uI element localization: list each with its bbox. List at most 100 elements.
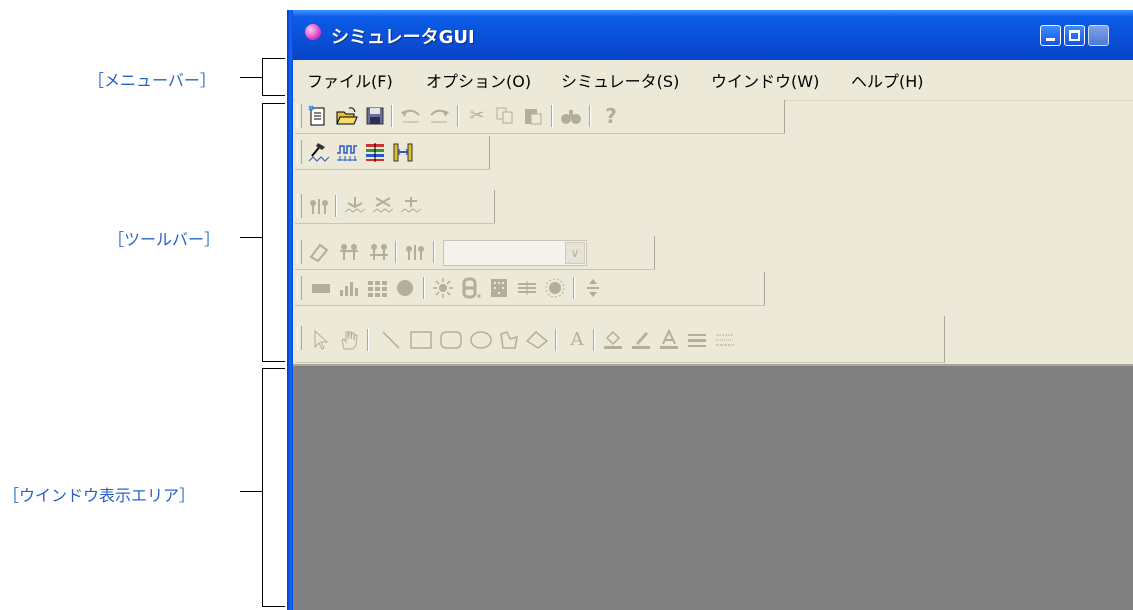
toolbar-simulator xyxy=(295,136,490,170)
matrix-led-icon[interactable] xyxy=(487,276,511,300)
buzzer-icon[interactable] xyxy=(431,276,455,300)
callout-menubar: ［メニューバー］ xyxy=(88,71,216,90)
level-meter-icon[interactable] xyxy=(337,276,361,300)
window-left-border xyxy=(287,10,293,610)
pin-edit-b-icon[interactable] xyxy=(367,240,391,264)
toolbar-separator xyxy=(423,277,425,299)
toolbar-separator xyxy=(573,277,575,299)
leader-toolbar xyxy=(240,237,262,238)
title-bar[interactable]: シミュレータGUI xyxy=(287,10,1133,60)
app-icon xyxy=(305,24,321,40)
menu-window[interactable]: ウインドウ(W) xyxy=(711,68,819,92)
pointer-icon[interactable] xyxy=(309,328,333,352)
new-file-icon[interactable] xyxy=(307,104,331,128)
maximize-button[interactable] xyxy=(1064,25,1085,46)
toolbar-separator xyxy=(395,241,397,263)
window-title: シミュレータGUI xyxy=(331,27,475,48)
hammer-icon[interactable] xyxy=(307,140,331,164)
menu-simulator[interactable]: シミュレータ(S) xyxy=(561,68,679,92)
pull-updown-icon[interactable] xyxy=(581,276,605,300)
redo-icon[interactable] xyxy=(427,104,451,128)
line-color-icon[interactable] xyxy=(629,328,653,352)
toolbar-grip[interactable] xyxy=(297,194,302,218)
toolbar-edge xyxy=(944,316,945,362)
toolbar-separator xyxy=(367,329,369,351)
toolbar-separator xyxy=(391,105,393,127)
led-icon[interactable] xyxy=(393,276,417,300)
callout-window-area: ［ウインドウ表示エリア］ xyxy=(3,486,196,505)
toolbar-connection xyxy=(295,190,495,224)
toolbar-separator xyxy=(433,241,435,263)
window-display-area[interactable] xyxy=(293,364,1133,610)
line-icon[interactable] xyxy=(379,328,403,352)
toolbar-parts xyxy=(295,272,765,306)
menu-file[interactable]: ファイル(F) xyxy=(307,68,393,92)
cut-icon[interactable]: ✂ xyxy=(465,104,489,128)
toolbar-edge xyxy=(784,100,785,133)
button-part-icon[interactable] xyxy=(309,276,333,300)
line-style-icon[interactable] xyxy=(685,328,709,352)
toolbar-separator xyxy=(457,105,459,127)
signal-a-icon[interactable] xyxy=(343,194,367,218)
bracket-menubar xyxy=(262,58,285,96)
leader-window-area xyxy=(240,491,262,492)
bracket-link-icon[interactable] xyxy=(391,140,415,164)
toolbar-separator xyxy=(335,195,337,217)
toolbar-separator xyxy=(593,329,595,351)
open-folder-icon[interactable] xyxy=(335,104,359,128)
toolbar-separator xyxy=(551,105,553,127)
toolbar-edge xyxy=(654,236,655,269)
signal-b-icon[interactable] xyxy=(371,194,395,218)
text-icon[interactable]: A xyxy=(565,328,589,352)
toolbar-separator xyxy=(589,105,591,127)
pin-connect-icon[interactable] xyxy=(307,194,331,218)
maximize-icon xyxy=(1069,30,1080,41)
light-icon[interactable] xyxy=(543,276,567,300)
toolbar-edge xyxy=(489,136,490,169)
signal-c-icon[interactable] xyxy=(399,194,423,218)
chevron-down-icon[interactable]: ∨ xyxy=(565,242,585,264)
copy-icon[interactable] xyxy=(493,104,517,128)
waveform-icon[interactable] xyxy=(335,140,359,164)
fill-color-icon[interactable] xyxy=(601,328,625,352)
parts-combo-box[interactable]: ∨ xyxy=(443,240,587,266)
hand-icon[interactable] xyxy=(337,328,361,352)
toolbar-grip[interactable] xyxy=(297,276,302,300)
ellipse-icon[interactable] xyxy=(469,328,493,352)
paste-icon[interactable] xyxy=(521,104,545,128)
pin-edit-a-icon[interactable] xyxy=(337,240,361,264)
save-icon[interactable] xyxy=(363,104,387,128)
rectangle-icon[interactable] xyxy=(409,328,433,352)
bracket-toolbar xyxy=(262,103,285,362)
toolbar-parts-edit: ∨ xyxy=(295,236,655,270)
eraser-icon[interactable] xyxy=(307,240,331,264)
dash-style-icon[interactable] xyxy=(713,328,737,352)
polygon-icon[interactable] xyxy=(497,328,521,352)
seven-seg-icon[interactable] xyxy=(459,276,483,300)
undo-icon[interactable] xyxy=(399,104,423,128)
font-color-icon[interactable] xyxy=(657,328,681,352)
toolbar-separator xyxy=(555,329,557,351)
freeform-icon[interactable] xyxy=(525,328,549,352)
minimize-icon xyxy=(1046,38,1055,41)
key-matrix-icon[interactable] xyxy=(365,276,389,300)
toolbar-grip[interactable] xyxy=(297,104,302,128)
menu-options[interactable]: オプション(O) xyxy=(426,68,531,92)
leader-menubar xyxy=(240,77,262,78)
menu-help[interactable]: ヘルプ(H) xyxy=(851,68,924,92)
lcd-icon[interactable] xyxy=(515,276,539,300)
toolbar-drawing: A xyxy=(295,316,945,363)
help-icon[interactable]: ? xyxy=(599,104,623,128)
bracket-window-area xyxy=(262,368,285,607)
toolbar-grip[interactable] xyxy=(297,140,302,164)
close-button[interactable] xyxy=(1088,25,1109,46)
toolbar-edge xyxy=(764,272,765,305)
minimize-button[interactable] xyxy=(1040,25,1061,46)
find-icon[interactable] xyxy=(559,104,583,128)
toolbar-grip[interactable] xyxy=(297,240,302,264)
pin-matrix-icon[interactable] xyxy=(363,140,387,164)
rounded-rect-icon[interactable] xyxy=(439,328,463,352)
toolbar-grip[interactable] xyxy=(297,326,302,350)
pin-edit-c-icon[interactable] xyxy=(403,240,427,264)
toolbar-edge xyxy=(494,190,495,223)
